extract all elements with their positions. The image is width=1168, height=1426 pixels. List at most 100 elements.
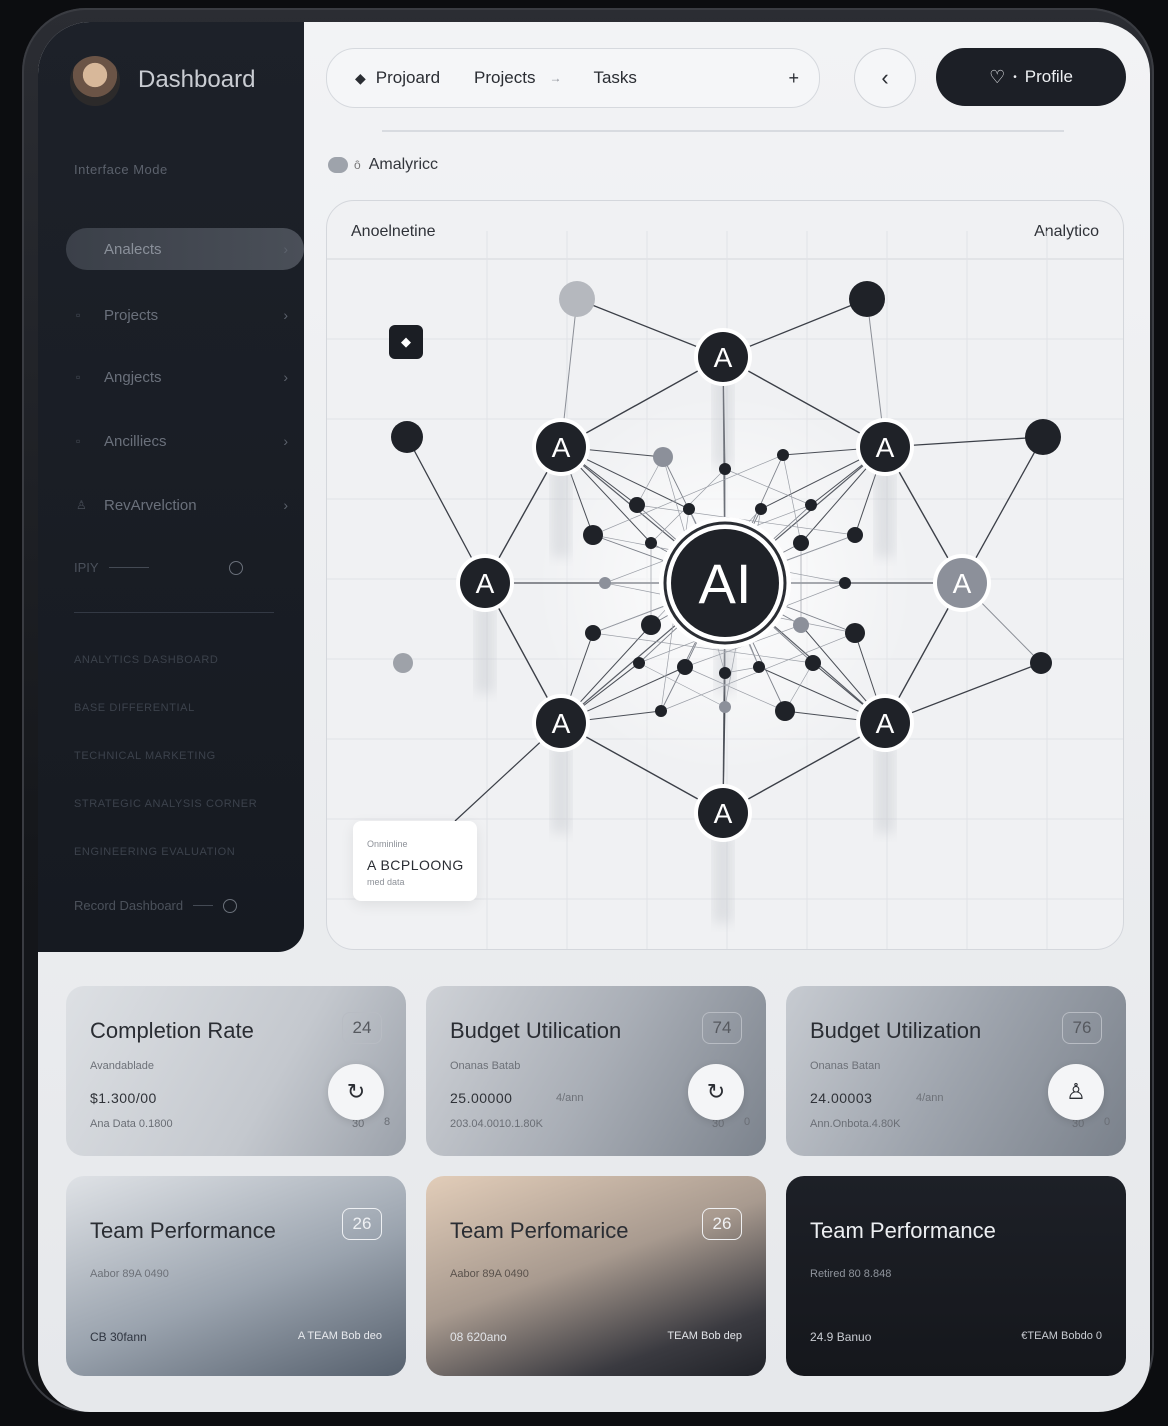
- node-shadow: [551, 467, 571, 557]
- sidebar-item-label: RevArvelction: [104, 496, 197, 514]
- a-node-label: A: [876, 708, 895, 739]
- graph-node: [599, 577, 611, 589]
- sidebar-footer-label: Record Dashboard: [74, 898, 184, 913]
- node-shadow: [713, 377, 733, 467]
- sidebar-item-projects[interactable]: ▫ Projects ›: [66, 294, 304, 336]
- chevron-right-icon: ›: [283, 241, 288, 257]
- tag-icon[interactable]: ◆: [389, 325, 423, 359]
- graph-node: [755, 503, 767, 515]
- graph-node: [653, 447, 673, 467]
- graph-node: [805, 655, 821, 671]
- card-badge: 74: [702, 1012, 742, 1044]
- graph-node: [633, 657, 645, 669]
- sidebar-item-ancilliecs[interactable]: ▫ Ancilliecs ›: [66, 420, 304, 462]
- graph-node: [585, 625, 601, 641]
- profile-button[interactable]: ♡ • Profile: [936, 48, 1126, 106]
- card-sub: Aabor 89A 0490: [90, 1268, 169, 1280]
- graph-node: [1025, 419, 1061, 455]
- graph-node: [559, 281, 595, 317]
- sidebar-footer-row[interactable]: Record Dashboard: [74, 898, 238, 913]
- sidebar-item-label: Analects: [104, 240, 162, 258]
- legend-line3: med data: [367, 877, 405, 887]
- graph-node: [849, 281, 885, 317]
- nav-item-projects[interactable]: Projects: [474, 68, 535, 88]
- divider: [382, 130, 1064, 132]
- sidebar-item-label: Projects: [104, 306, 159, 324]
- card-title: Budget Utilication: [450, 1018, 622, 1043]
- card-right-text: €TEAM Bobdo 0: [1021, 1330, 1102, 1342]
- sidebar-setting-row[interactable]: IPIY: [74, 560, 243, 575]
- card-team-performance-3[interactable]: Team Performance Retired 80 8.848 24.9 B…: [786, 1176, 1126, 1376]
- card-budget-utilization[interactable]: Budget Utilization 76 Onanas Batan 24.00…: [786, 986, 1126, 1156]
- user-icon[interactable]: ♙: [1048, 1064, 1104, 1120]
- card-num: 0: [744, 1116, 751, 1128]
- graph-node: [805, 499, 817, 511]
- chevron-right-icon: ›: [283, 497, 288, 513]
- card-completion-rate[interactable]: Completion Rate 24 Avandablade $1.300/00…: [66, 986, 406, 1156]
- graph-node: [1030, 652, 1052, 674]
- card-badge: 76: [1062, 1012, 1102, 1044]
- card-title: Completion Rate: [90, 1018, 254, 1043]
- lightbulb-icon: ♡: [989, 66, 1006, 87]
- card-right-text: A TEAM Bob deo: [297, 1330, 382, 1342]
- add-button[interactable]: +: [788, 68, 799, 89]
- nav-item-tasks[interactable]: Tasks: [593, 68, 636, 88]
- divider: [193, 905, 214, 906]
- card-left-text: CB 30fann: [90, 1330, 147, 1344]
- refresh-icon[interactable]: ↻: [688, 1064, 744, 1120]
- graph-node: [683, 503, 695, 515]
- sidebar-item-label: Angjects: [104, 368, 162, 386]
- card-sub: Onanas Batan: [810, 1060, 881, 1072]
- section-title: Amalyricc: [368, 156, 439, 173]
- sidebar-line: BASE DIFFERENTIAL: [74, 702, 195, 714]
- nav-item-projoard[interactable]: Projoard: [376, 68, 440, 88]
- sidebar-line: ENGINEERING EVALUATION: [74, 846, 236, 858]
- graph-node: [753, 661, 765, 673]
- chevron-right-icon: ›: [283, 433, 288, 449]
- refresh-icon[interactable]: ↻: [328, 1064, 384, 1120]
- sidebar-title: Dashboard: [138, 66, 256, 93]
- card-title: Budget Utilization: [810, 1018, 982, 1043]
- section-title-row: ô Amalyricc: [328, 156, 438, 174]
- sidebar-setting-label: IPIY: [74, 560, 99, 575]
- card-foot: 203.04.0010.1.80K: [450, 1118, 543, 1130]
- dot-icon: ▫: [76, 370, 81, 384]
- arrow-icon: →: [549, 71, 562, 85]
- sidebar-item-revarvelction[interactable]: ♙ RevArvelction ›: [66, 484, 304, 526]
- card-foot: Ann.Onbota.4.80K: [810, 1118, 901, 1130]
- radio-icon[interactable]: [223, 898, 238, 913]
- graph-node: [645, 537, 657, 549]
- graph-node: [845, 623, 865, 643]
- avatar[interactable]: [70, 56, 120, 106]
- card-value-extra: 4/ann: [556, 1092, 584, 1104]
- graph-node: [777, 449, 789, 461]
- network-panel: Anoelnetine Analytico A A A A A A A A AI ◆ Onmin…: [326, 200, 1124, 950]
- chevron-right-icon: ›: [283, 307, 288, 323]
- card-value-extra: 4/ann: [916, 1092, 944, 1104]
- card-team-performance-2[interactable]: Team Perfomarice 26 Aabor 89A 0490 08 62…: [426, 1176, 766, 1376]
- card-team-performance-1[interactable]: Team Performance 26 Aabor 89A 0490 CB 30…: [66, 1176, 406, 1376]
- card-sub: Onanas Batab: [450, 1060, 521, 1072]
- sidebar-subtitle: Interface Mode: [74, 162, 168, 177]
- card-num: 0: [1104, 1116, 1111, 1128]
- node-shadow: [875, 743, 895, 833]
- graph-node: [719, 463, 731, 475]
- radio-icon[interactable]: [228, 560, 243, 575]
- sidebar-item-angjects[interactable]: ▫ Angjects ›: [66, 356, 304, 398]
- card-value: 25.00000: [450, 1090, 513, 1106]
- node-shadow: [713, 833, 733, 923]
- sidebar-line: ANALYTICS DASHBOARD: [74, 654, 219, 666]
- card-budget-utilication[interactable]: Budget Utilication 74 Onanas Batab 25.00…: [426, 986, 766, 1156]
- card-sub: Aabor 89A 0490: [450, 1268, 529, 1280]
- graph-node: [641, 615, 661, 635]
- sidebar-item-analects[interactable]: Analects ›: [66, 228, 304, 270]
- legend-line1: Onminline: [367, 839, 408, 849]
- legend-line2: A BCPLOONG: [367, 857, 464, 873]
- a-node-label: A: [714, 342, 733, 373]
- back-button[interactable]: ‹: [854, 48, 916, 108]
- node-shadow: [475, 603, 495, 693]
- sidebar-line: TECHNICAL MARKETING: [74, 750, 216, 762]
- a-node-label: A: [876, 432, 895, 463]
- profile-label: Profile: [1024, 67, 1073, 86]
- sidebar: Dashboard Interface Mode Analects › ▫ Pr…: [38, 22, 304, 952]
